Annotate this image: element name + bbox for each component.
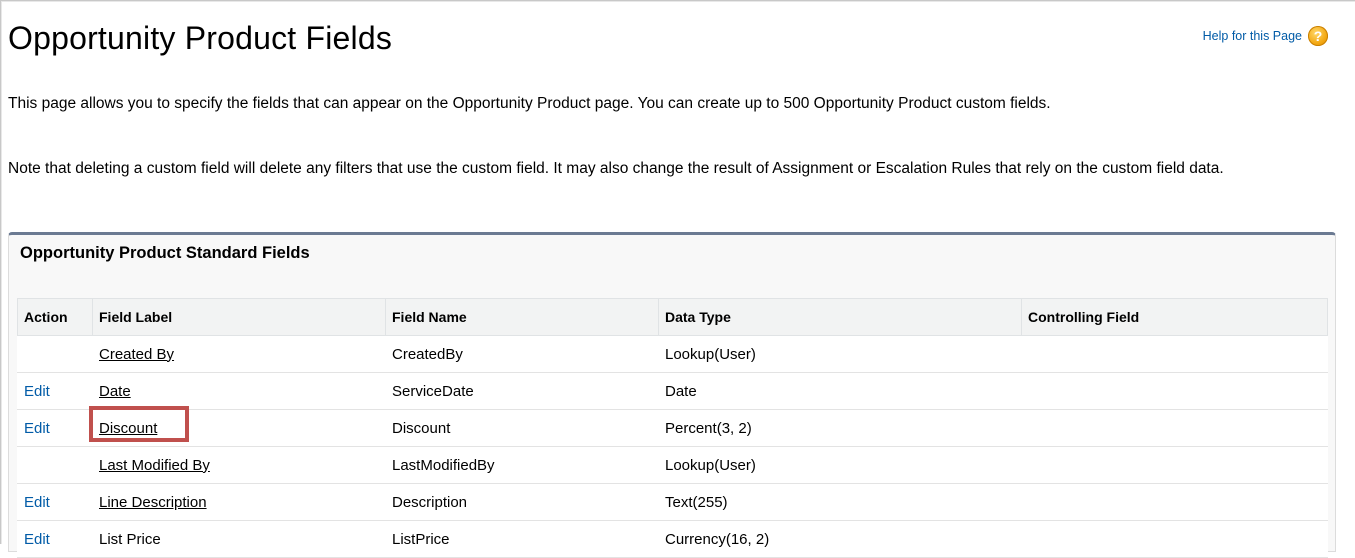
row-data-type: Currency(16, 2) [658, 520, 1022, 558]
column-header-field-label: Field Label [92, 298, 386, 336]
edit-link[interactable]: Edit [24, 494, 50, 511]
section-title: Opportunity Product Standard Fields [20, 244, 310, 262]
field-label-link[interactable]: Last Modified By [99, 457, 210, 474]
row-label-cell: Date [92, 372, 386, 410]
edit-link[interactable]: Edit [24, 531, 50, 548]
row-label-cell: Created By [92, 335, 386, 373]
column-header-data-type: Data Type [658, 298, 1022, 336]
table-row: Edit List Price ListPrice Currency(16, 2… [17, 520, 1328, 558]
row-field-name: Discount [385, 409, 659, 447]
field-label-link[interactable]: Created By [99, 346, 174, 363]
table-row: Edit Line Description Description Text(2… [17, 483, 1328, 521]
row-field-name: LastModifiedBy [385, 446, 659, 484]
edit-link[interactable]: Edit [24, 420, 50, 437]
row-action-cell: Edit [17, 409, 93, 447]
row-action-cell: Edit [17, 372, 93, 410]
row-data-type: Lookup(User) [658, 335, 1022, 373]
help-link[interactable]: Help for this Page ? [1203, 26, 1328, 46]
table-row: Last Modified By LastModifiedBy Lookup(U… [17, 446, 1328, 484]
row-action-cell: Edit [17, 483, 93, 521]
column-header-controlling-field: Controlling Field [1021, 298, 1328, 336]
table-header-row: Action Field Label Field Name Data Type … [17, 298, 1328, 336]
field-label-link[interactable]: Line Description [99, 494, 207, 511]
table-row: Edit Discount Discount Percent(3, 2) [17, 409, 1328, 447]
row-field-name: CreatedBy [385, 335, 659, 373]
row-controlling-field [1021, 520, 1328, 558]
edit-link[interactable]: Edit [24, 383, 50, 400]
row-data-type: Lookup(User) [658, 446, 1022, 484]
row-action-cell: Edit [17, 520, 93, 558]
help-label: Help for this Page [1202, 29, 1302, 43]
intro-text: This page allows you to specify the fiel… [8, 95, 1051, 112]
row-action-cell [17, 335, 93, 373]
column-header-field-name: Field Name [385, 298, 659, 336]
row-field-name: ListPrice [385, 520, 659, 558]
row-controlling-field [1021, 483, 1328, 521]
row-data-type: Percent(3, 2) [658, 409, 1022, 447]
table-row: Edit Date ServiceDate Date [17, 372, 1328, 410]
question-icon: ? [1308, 26, 1328, 46]
fields-table: Action Field Label Field Name Data Type … [17, 298, 1328, 558]
row-field-name: Description [385, 483, 659, 521]
note-text: Note that deleting a custom field will d… [8, 160, 1224, 177]
row-data-type: Text(255) [658, 483, 1022, 521]
row-label-cell: Line Description [92, 483, 386, 521]
row-controlling-field [1021, 372, 1328, 410]
discount-highlight-box [89, 406, 189, 442]
row-controlling-field [1021, 335, 1328, 373]
table-row: Created By CreatedBy Lookup(User) [17, 335, 1328, 373]
row-field-label: List Price [92, 520, 386, 558]
column-header-action: Action [17, 298, 93, 336]
row-field-name: ServiceDate [385, 372, 659, 410]
field-label-link[interactable]: Date [99, 383, 131, 400]
row-action-cell [17, 446, 93, 484]
row-label-cell: Last Modified By [92, 446, 386, 484]
row-controlling-field [1021, 446, 1328, 484]
row-controlling-field [1021, 409, 1328, 447]
row-data-type: Date [658, 372, 1022, 410]
standard-fields-section: Opportunity Product Standard Fields Acti… [8, 232, 1336, 558]
page-title: Opportunity Product Fields [8, 20, 393, 56]
